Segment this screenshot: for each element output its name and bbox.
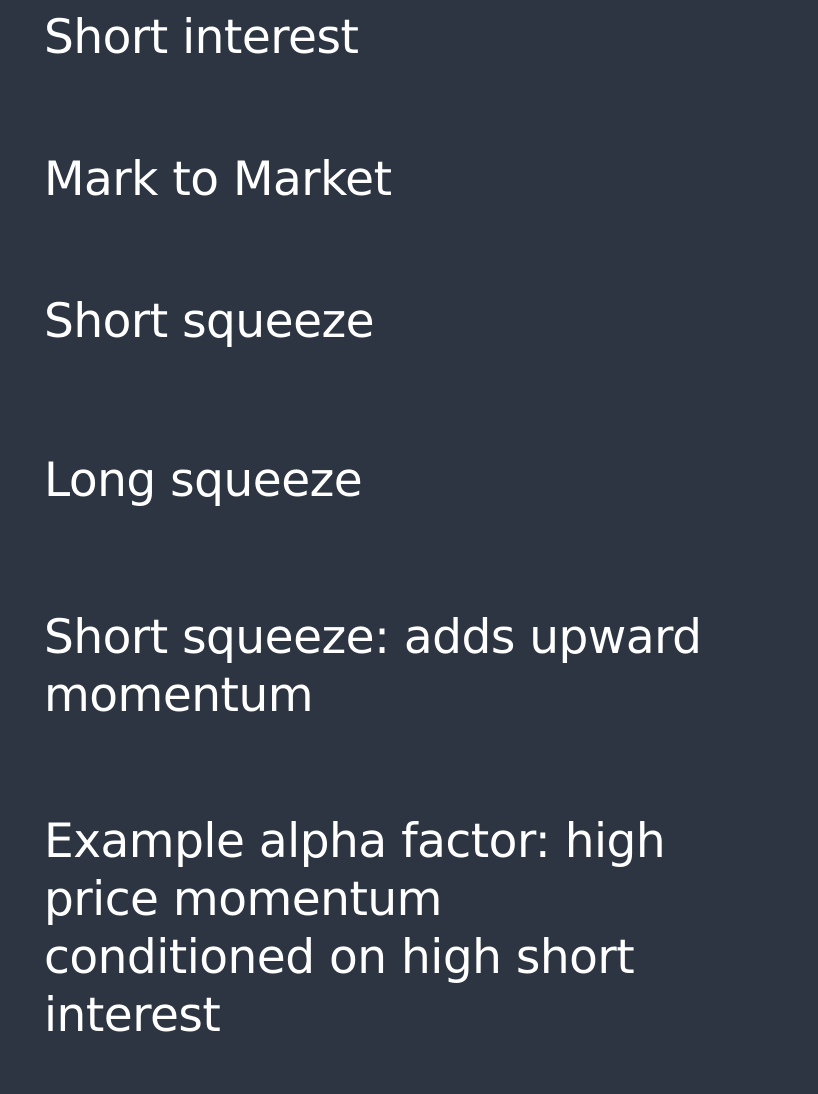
- note-example-alpha-factor: Example alpha factor: high price momentu…: [44, 814, 666, 1043]
- term-short-squeeze: Short squeeze: [44, 294, 375, 349]
- term-long-squeeze: Long squeeze: [44, 453, 363, 508]
- note-short-squeeze-momentum: Short squeeze: adds upward momentum: [44, 610, 702, 723]
- term-short-interest: Short interest: [44, 10, 359, 65]
- term-mark-to-market: Mark to Market: [44, 152, 392, 207]
